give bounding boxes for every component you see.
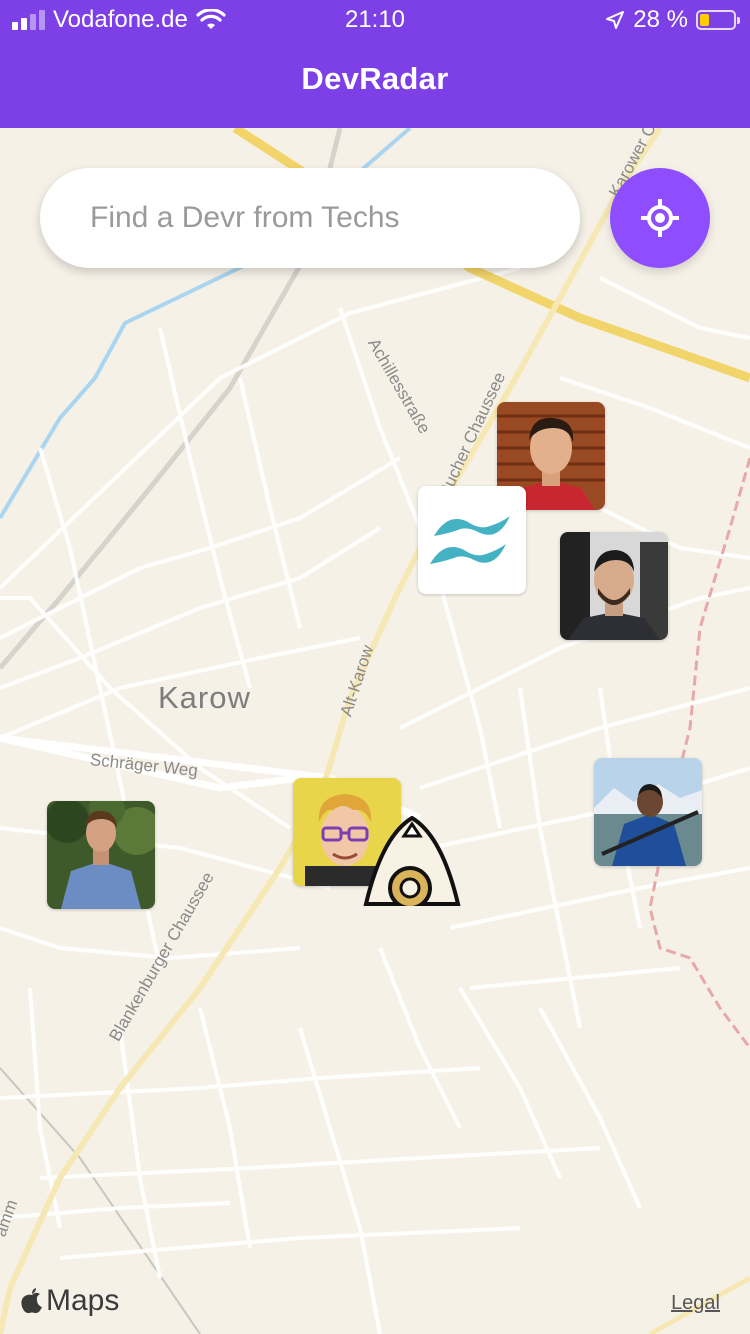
legal-link[interactable]: Legal — [671, 1292, 720, 1315]
dev-avatar-2[interactable] — [560, 532, 668, 640]
tech-search-bar — [40, 168, 580, 268]
map-view[interactable]: Karow Schräger Weg Alt-Karow Bucher Chau… — [0, 128, 750, 1334]
map-label-karow: Karow — [158, 680, 251, 715]
status-bar: Vodafone.de 21:10 28 % — [0, 0, 750, 40]
locate-me-button[interactable] — [610, 168, 710, 268]
tech-search-input[interactable] — [88, 200, 580, 236]
dev-avatar-4[interactable] — [594, 758, 702, 866]
location-arrow-icon — [606, 11, 625, 29]
dev-avatar-emblem-icon[interactable] — [362, 816, 462, 906]
battery-percent: 28 % — [633, 6, 688, 33]
maps-logo-text: Maps — [46, 1284, 120, 1317]
battery-icon — [696, 10, 740, 30]
apple-maps-logo: Maps — [20, 1284, 119, 1318]
app-title: DevRadar — [301, 61, 449, 96]
app-header: DevRadar — [0, 40, 750, 128]
apple-logo-icon — [21, 1288, 42, 1314]
battery-level — [700, 14, 709, 26]
dev-avatar-3[interactable] — [47, 801, 155, 909]
crosshair-icon — [641, 199, 679, 237]
map-roads — [0, 128, 750, 1334]
dev-avatar-tailwind[interactable] — [418, 486, 526, 594]
